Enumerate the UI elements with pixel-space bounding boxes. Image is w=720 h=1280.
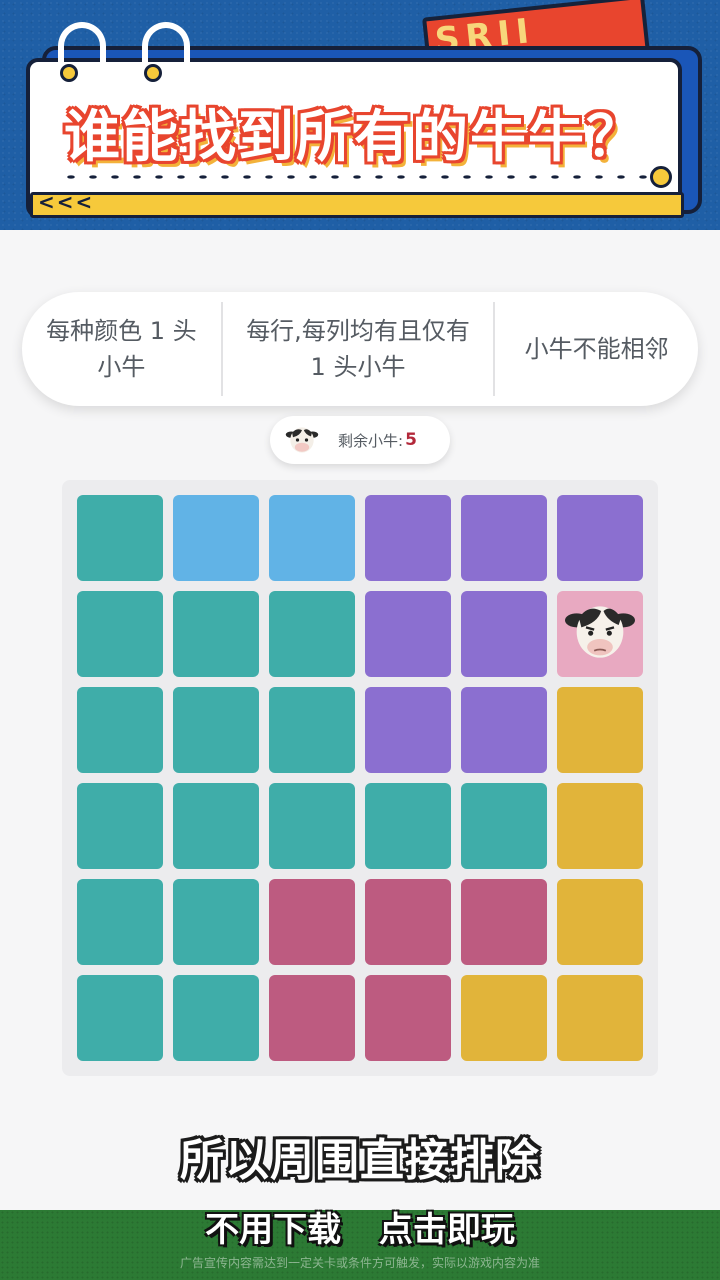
- board-cell-r3-c2[interactable]: [173, 687, 259, 773]
- board-cell-r3-c1[interactable]: [77, 687, 163, 773]
- puzzle-board: [62, 480, 658, 1076]
- banner-dot-end: [650, 166, 672, 188]
- board-cell-r4-c6[interactable]: [557, 783, 643, 869]
- remaining-label: 剩余小牛:: [338, 431, 404, 450]
- banner-dotted-line: [60, 172, 648, 182]
- board-cell-r1-c2[interactable]: [173, 495, 259, 581]
- board-cell-r6-c1[interactable]: [77, 975, 163, 1061]
- binder-ring-dot: [144, 64, 162, 82]
- board-cell-r6-c6[interactable]: [557, 975, 643, 1061]
- rule-one-per-color: 每种颜色 1 头小牛: [46, 317, 197, 381]
- board-cell-r5-c5[interactable]: [461, 879, 547, 965]
- board-cell-r5-c3[interactable]: [269, 879, 355, 965]
- board-cell-r1-c3[interactable]: [269, 495, 355, 581]
- board-cell-r4-c1[interactable]: [77, 783, 163, 869]
- board-cell-r5-c6[interactable]: [557, 879, 643, 965]
- board-cell-r1-c4[interactable]: [365, 495, 451, 581]
- ad-disclaimer: 广告宣传内容需达到一定关卡或条件方可触发，实际以游戏内容为准: [179, 1256, 540, 1270]
- board-cell-r4-c5[interactable]: [461, 783, 547, 869]
- cow-icon: [565, 597, 635, 671]
- board-cell-r1-c6[interactable]: [557, 495, 643, 581]
- board-cell-r2-c1[interactable]: [77, 591, 163, 677]
- board-cell-r5-c2[interactable]: [173, 879, 259, 965]
- rule-no-adjacent: 小牛不能相邻: [524, 335, 669, 363]
- board-cell-r1-c5[interactable]: [461, 495, 547, 581]
- board-cell-r2-c3[interactable]: [269, 591, 355, 677]
- board-cell-r5-c1[interactable]: [77, 879, 163, 965]
- board-cell-r6-c3[interactable]: [269, 975, 355, 1061]
- board-cell-r4-c3[interactable]: [269, 783, 355, 869]
- cow-icon: [285, 427, 319, 453]
- board-cell-r6-c4[interactable]: [365, 975, 451, 1061]
- board-cell-r3-c3[interactable]: [269, 687, 355, 773]
- board-cell-r4-c4[interactable]: [365, 783, 451, 869]
- board-cell-r2-c2[interactable]: [173, 591, 259, 677]
- board-cell-r5-c4[interactable]: [365, 879, 451, 965]
- board-cell-r2-c4[interactable]: [365, 591, 451, 677]
- subtitle-caption: 所以周围直接排除: [180, 1135, 540, 1186]
- board-cell-r2-c6[interactable]: [557, 591, 643, 677]
- binder-ring-dot: [60, 64, 78, 82]
- banner-title: 谁能找到所有的牛牛？: [64, 105, 644, 170]
- board-cell-r4-c2[interactable]: [173, 783, 259, 869]
- rule-one-per-row-col: 每行,每列均有且仅有 1 头小牛: [246, 317, 470, 381]
- board-cell-r3-c6[interactable]: [557, 687, 643, 773]
- play-now-cta[interactable]: 不用下载 点击即玩: [0, 1202, 720, 1251]
- board-cell-r6-c5[interactable]: [461, 975, 547, 1061]
- remaining-cows-counter: 剩余小牛: 5: [270, 416, 450, 464]
- board-cell-r3-c4[interactable]: [365, 687, 451, 773]
- board-cell-r6-c2[interactable]: [173, 975, 259, 1061]
- rules-panel: 每种颜色 1 头小牛 每行,每列均有且仅有 1 头小牛 小牛不能相邻: [22, 292, 698, 406]
- header-banner: SRII 谁能找到所有的牛牛？ <<<: [0, 0, 720, 230]
- board-cell-r2-c5[interactable]: [461, 591, 547, 677]
- remaining-value: 5: [405, 430, 417, 450]
- banner-strip: [30, 192, 684, 218]
- board-cell-r3-c5[interactable]: [461, 687, 547, 773]
- banner-arrows: <<<: [38, 190, 95, 214]
- board-cell-r1-c1[interactable]: [77, 495, 163, 581]
